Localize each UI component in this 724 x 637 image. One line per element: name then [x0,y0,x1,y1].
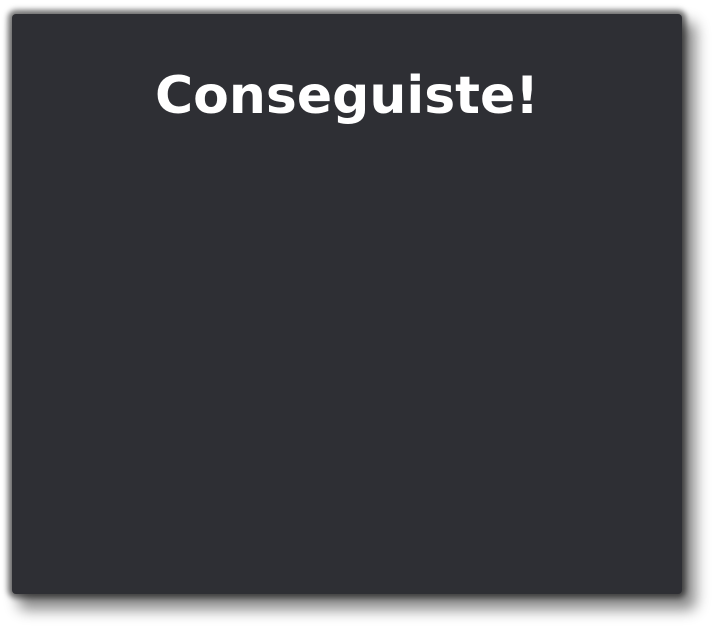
dialog-title: Conseguiste! [155,66,539,126]
success-dialog: Conseguiste! [12,14,682,594]
